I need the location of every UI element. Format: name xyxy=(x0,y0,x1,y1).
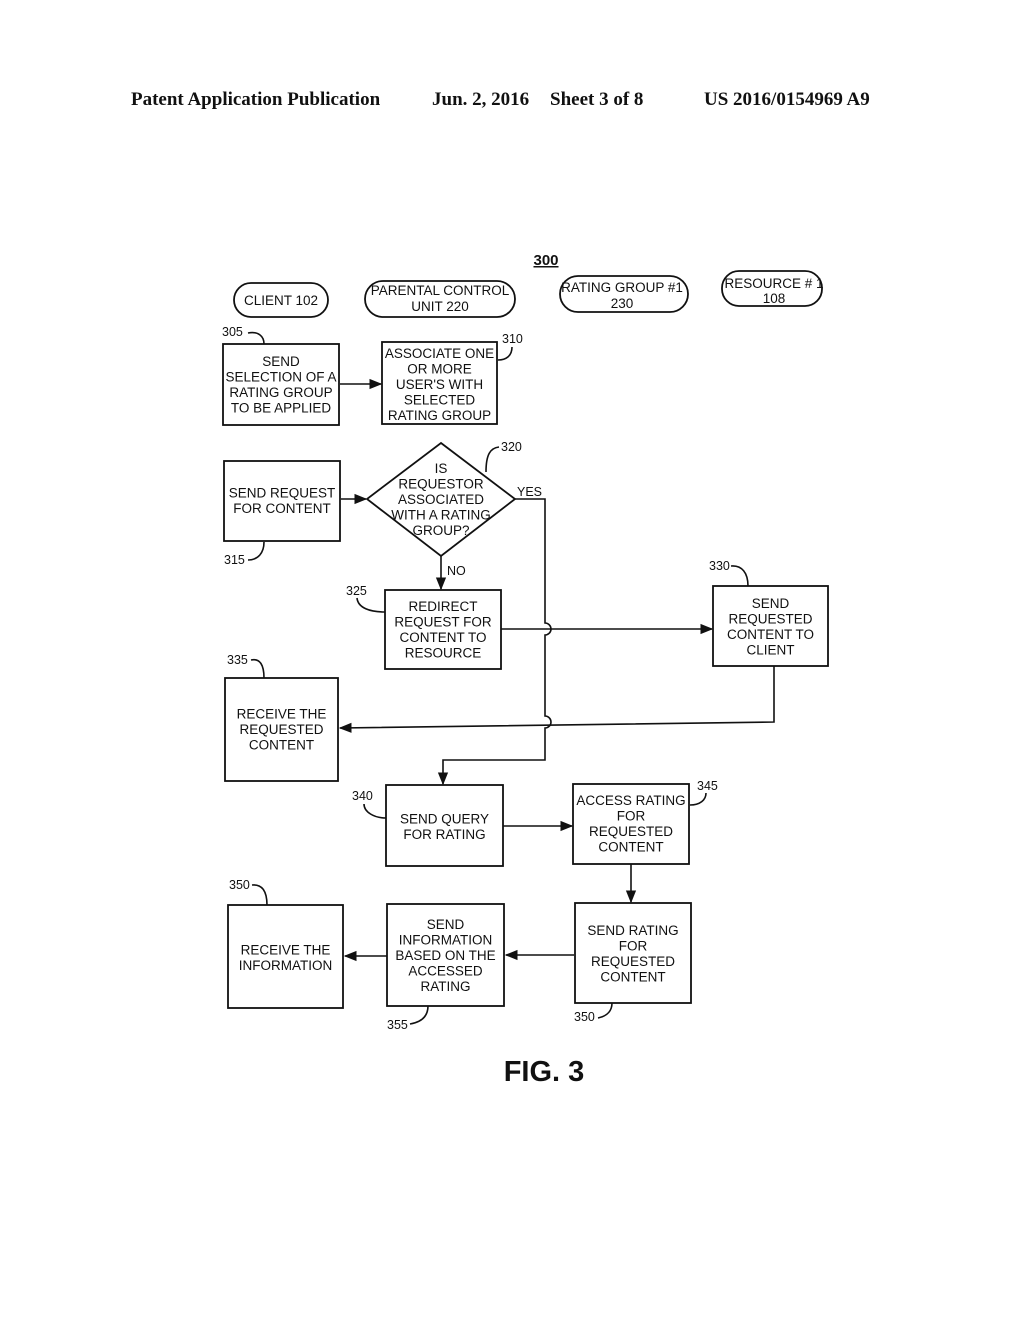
lane-label: CLIENT 102 xyxy=(244,293,318,308)
leader-line xyxy=(485,446,500,473)
step-325: REDIRECTREQUEST FORCONTENT TORESOURCE xyxy=(384,589,502,670)
lane-client: CLIENT 102 xyxy=(233,282,329,318)
step-315: SEND REQUESTFOR CONTENT xyxy=(223,460,341,542)
step-text-line: SEND xyxy=(752,596,790,611)
step-text-line: RECEIVE THE xyxy=(241,942,331,957)
leader-line xyxy=(597,1002,613,1019)
leader-line xyxy=(251,884,268,906)
step-text-line: TO BE APPLIED xyxy=(231,400,332,415)
reference-numeral: 335 xyxy=(227,653,248,667)
step-text-line: RATING GROUP xyxy=(388,408,491,423)
step-text-line: SEND QUERY xyxy=(400,811,489,826)
leader-line xyxy=(409,1005,429,1025)
step-text-line: CONTENT xyxy=(600,969,665,984)
decision-text-line: ASSOCIATED xyxy=(398,492,484,507)
decision-text-line: IS xyxy=(435,461,448,476)
lane-rating-group: RATING GROUP #1 230 xyxy=(559,275,689,313)
reference-numeral: 305 xyxy=(222,325,243,339)
step-345: ACCESS RATINGFORREQUESTEDCONTENT xyxy=(572,783,690,865)
step-text-line: CLIENT xyxy=(746,642,794,657)
lane-label: 108 xyxy=(763,291,786,306)
step-text-line: OR MORE xyxy=(407,362,472,377)
step-text-line: SEND REQUEST xyxy=(229,485,336,500)
step-text-line: REQUESTED xyxy=(728,611,812,626)
reference-numeral: 325 xyxy=(346,584,367,598)
step-text-line: ACCESSED xyxy=(408,964,483,979)
lane-label: PARENTAL CONTROL xyxy=(371,283,510,298)
step-text-line: REQUESTED xyxy=(591,954,675,969)
step-text-line: RATING xyxy=(421,979,471,994)
step-350a: RECEIVE THEINFORMATION xyxy=(227,904,344,1009)
leader-line xyxy=(730,565,749,587)
step-340: SEND QUERYFOR RATING xyxy=(385,784,504,867)
step-305: SENDSELECTION OF ARATING GROUPTO BE APPL… xyxy=(222,343,340,426)
step-text-line: BASED ON THE xyxy=(395,948,495,963)
step-text-line: CONTENT xyxy=(249,738,314,753)
figure-number: 300 xyxy=(533,252,558,269)
step-text-line: CONTENT TO xyxy=(727,627,814,642)
step-text-line: FOR RATING xyxy=(403,827,485,842)
step-text-line: REDIRECT xyxy=(408,599,477,614)
step-text-line: SELECTED xyxy=(404,393,476,408)
step-text-line: RATING GROUP xyxy=(229,385,332,400)
leader-line xyxy=(356,597,386,613)
lane-label: UNIT 220 xyxy=(411,299,469,314)
step-355: SENDINFORMATIONBASED ON THEACCESSEDRATIN… xyxy=(386,903,505,1007)
step-310: ASSOCIATE ONEOR MOREUSER'S WITHSELECTEDR… xyxy=(381,341,498,425)
yes-label: YES xyxy=(517,485,542,499)
step-text-line: REQUESTED xyxy=(589,824,673,839)
leader-line xyxy=(689,792,707,806)
step-text-line: FOR CONTENT xyxy=(233,501,331,516)
step-text-line: FOR xyxy=(617,808,646,823)
reference-numeral: 355 xyxy=(387,1018,408,1032)
figure-caption: FIG. 3 xyxy=(504,1056,585,1088)
reference-numeral: 330 xyxy=(709,559,730,573)
reference-numeral: 350 xyxy=(574,1010,595,1024)
step-text-line: INFORMATION xyxy=(399,933,493,948)
step-text-line: REQUESTED xyxy=(239,722,323,737)
no-label: NO xyxy=(447,564,466,578)
reference-numeral: 320 xyxy=(501,440,522,454)
step-335: RECEIVE THEREQUESTEDCONTENT xyxy=(224,677,339,782)
step-350b: SEND RATINGFORREQUESTEDCONTENT xyxy=(574,902,692,1004)
step-text-line: ASSOCIATE ONE xyxy=(385,346,494,361)
decision-text-line: REQUESTOR xyxy=(398,477,484,492)
lane-label: 230 xyxy=(611,296,634,311)
reference-numeral: 315 xyxy=(224,553,245,567)
step-text-line: SEND xyxy=(262,354,300,369)
lane-parental-control: PARENTAL CONTROL UNIT 220 xyxy=(364,280,516,318)
reference-numeral: 310 xyxy=(502,332,523,346)
arrow-330-335 xyxy=(338,666,775,733)
step-text-line: INFORMATION xyxy=(239,958,333,973)
step-text-line: RECEIVE THE xyxy=(237,707,327,722)
reference-numeral: 345 xyxy=(697,779,718,793)
lane-label: RATING GROUP #1 xyxy=(561,280,683,295)
leader-line xyxy=(363,803,387,819)
step-330: SENDREQUESTEDCONTENT TOCLIENT xyxy=(712,585,829,667)
leader-line xyxy=(497,346,513,361)
step-text-line: CONTENT TO xyxy=(399,630,486,645)
step-text-line: SELECTION OF A xyxy=(225,369,336,384)
reference-numeral: 340 xyxy=(352,789,373,803)
flowchart-diagram: 300 CLIENT 102 PARENTAL CONTROL UNIT 220… xyxy=(222,252,829,1088)
decision-text-line: WITH A RATING xyxy=(391,508,491,523)
step-text-line: ACCESS RATING xyxy=(576,793,685,808)
leader-line xyxy=(250,658,265,679)
lane-label: RESOURCE # 1 xyxy=(724,276,823,291)
step-text-line: CONTENT xyxy=(598,839,663,854)
decision-text-line: GROUP? xyxy=(412,523,469,538)
step-text-line: SEND RATING xyxy=(587,923,678,938)
reference-numeral: 350 xyxy=(229,878,250,892)
leader-line xyxy=(247,331,265,345)
step-text-line: SEND xyxy=(427,917,465,932)
step-text-line: RESOURCE xyxy=(405,645,482,660)
leader-line xyxy=(247,541,265,561)
step-text-line: REQUEST FOR xyxy=(394,614,492,629)
lane-resource: RESOURCE # 1 108 xyxy=(721,270,824,307)
step-text-line: FOR xyxy=(619,938,648,953)
step-text-line: USER'S WITH xyxy=(396,377,483,392)
